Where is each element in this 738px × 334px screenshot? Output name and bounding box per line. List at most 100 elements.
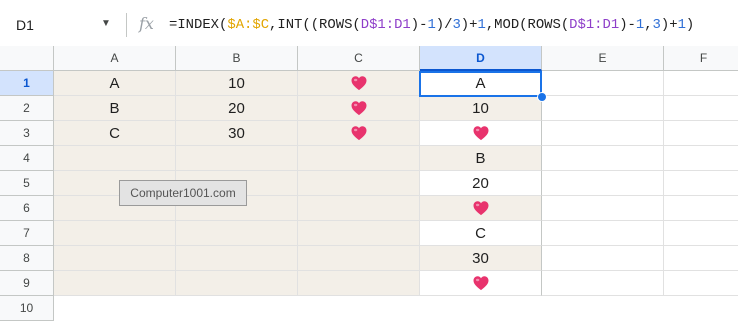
cell-c6[interactable] — [298, 196, 420, 221]
cell-b8[interactable] — [176, 246, 298, 271]
row-header-9[interactable]: 9 — [0, 271, 54, 296]
fx-icon: fx — [139, 14, 154, 33]
formula-token: 1 — [635, 17, 645, 33]
cell-f3[interactable] — [664, 121, 738, 146]
formula-token: 3 — [652, 17, 661, 33]
cell-e2[interactable] — [542, 96, 664, 121]
row-header-6[interactable]: 6 — [0, 196, 54, 221]
cell-f9[interactable] — [664, 271, 738, 296]
cell-e4[interactable] — [542, 146, 664, 171]
cell-c4[interactable] — [298, 146, 420, 171]
cell-c7[interactable] — [298, 221, 420, 246]
row-header-1[interactable]: 1 — [0, 71, 54, 96]
cell-value: 30 — [228, 124, 245, 142]
cell-e7[interactable] — [542, 221, 664, 246]
select-all-corner[interactable] — [0, 46, 54, 71]
formula-token: =INDEX( — [169, 17, 228, 33]
row-header-4[interactable]: 4 — [0, 146, 54, 171]
column-header-f[interactable]: F — [664, 46, 738, 71]
cell-d9[interactable] — [420, 271, 542, 296]
cell-d4[interactable]: B — [420, 146, 542, 171]
cell-b2[interactable]: 20 — [176, 96, 298, 121]
cell-a9[interactable] — [54, 271, 176, 296]
cell-b3[interactable]: 30 — [176, 121, 298, 146]
formula-token: D$1:D1 — [569, 17, 620, 33]
cell-c9[interactable] — [298, 271, 420, 296]
watermark-label: Computer1001.com — [119, 180, 247, 206]
cell-e5[interactable] — [542, 171, 664, 196]
cell-c3[interactable] — [298, 121, 420, 146]
cell-f8[interactable] — [664, 246, 738, 271]
cell-a4[interactable] — [54, 146, 176, 171]
cell-e6[interactable] — [542, 196, 664, 221]
fill-handle[interactable] — [537, 92, 547, 102]
column-header-e[interactable]: E — [542, 46, 664, 71]
name-box-dropdown-icon[interactable]: ▼ — [99, 17, 113, 31]
cell-b9[interactable] — [176, 271, 298, 296]
cell-f7[interactable] — [664, 221, 738, 246]
cell-d1[interactable]: A — [420, 71, 542, 96]
cell-d8[interactable]: 30 — [420, 246, 542, 271]
cell-f4[interactable] — [664, 146, 738, 171]
cell-f6[interactable] — [664, 196, 738, 221]
cell-c10[interactable] — [298, 296, 420, 321]
cell-value: 10 — [472, 99, 489, 117]
cell-e9[interactable] — [542, 271, 664, 296]
row-header-5[interactable]: 5 — [0, 171, 54, 196]
cell-c1[interactable] — [298, 71, 420, 96]
formula-token: )- — [619, 17, 636, 33]
cell-value: B — [475, 149, 486, 167]
cell-e8[interactable] — [542, 246, 664, 271]
cell-e3[interactable] — [542, 121, 664, 146]
row-header-2[interactable]: 2 — [0, 96, 54, 121]
cell-a2[interactable]: B — [54, 96, 176, 121]
formula-token: )/ — [435, 17, 453, 33]
heart-icon — [351, 101, 366, 116]
column-header-a[interactable]: A — [54, 46, 176, 71]
cell-d5[interactable]: 20 — [420, 171, 542, 196]
cell-f1[interactable] — [664, 71, 738, 96]
cell-value: C — [475, 224, 486, 242]
cell-b7[interactable] — [176, 221, 298, 246]
cell-f5[interactable] — [664, 171, 738, 196]
cell-a7[interactable] — [54, 221, 176, 246]
cell-b4[interactable] — [176, 146, 298, 171]
formula-input[interactable]: =INDEX($A:$C,INT((ROWS(D$1:D1)-1)/3)+1,M… — [169, 14, 694, 36]
cell-e10[interactable] — [542, 296, 664, 321]
cell-d7[interactable]: C — [420, 221, 542, 246]
cell-c2[interactable] — [298, 96, 420, 121]
formula-token: ,INT((ROWS( — [269, 17, 361, 33]
cell-e1[interactable] — [542, 71, 664, 96]
formula-token: )- — [410, 17, 428, 33]
cell-d6[interactable] — [420, 196, 542, 221]
cell-f2[interactable] — [664, 96, 738, 121]
cell-b10[interactable] — [176, 296, 298, 321]
row-header-3[interactable]: 3 — [0, 121, 54, 146]
cell-d2[interactable]: 10 — [420, 96, 542, 121]
row-header-7[interactable]: 7 — [0, 221, 54, 246]
row-header-10[interactable]: 10 — [0, 296, 54, 321]
cell-c8[interactable] — [298, 246, 420, 271]
cell-d3[interactable] — [420, 121, 542, 146]
column-header-b[interactable]: B — [176, 46, 298, 71]
cell-a8[interactable] — [54, 246, 176, 271]
formula-token: , — [644, 17, 653, 33]
cell-c5[interactable] — [298, 171, 420, 196]
cell-b1[interactable]: 10 — [176, 71, 298, 96]
formula-bar-divider — [126, 13, 127, 37]
heart-icon — [473, 201, 488, 216]
cell-value: A — [109, 74, 120, 92]
column-header-d[interactable]: D — [420, 46, 542, 71]
formula-token: 1 — [427, 17, 436, 33]
row-header-8[interactable]: 8 — [0, 246, 54, 271]
cell-a10[interactable] — [54, 296, 176, 321]
formula-token: 1 — [677, 17, 686, 33]
cell-d10[interactable] — [420, 296, 542, 321]
cell-a1[interactable]: A — [54, 71, 176, 96]
formula-token: 3 — [452, 17, 461, 33]
column-header-c[interactable]: C — [298, 46, 420, 71]
cell-a3[interactable]: C — [54, 121, 176, 146]
cell-value: 20 — [472, 174, 489, 192]
formula-token: ,MOD(ROWS( — [485, 17, 570, 33]
cell-f10[interactable] — [664, 296, 738, 321]
